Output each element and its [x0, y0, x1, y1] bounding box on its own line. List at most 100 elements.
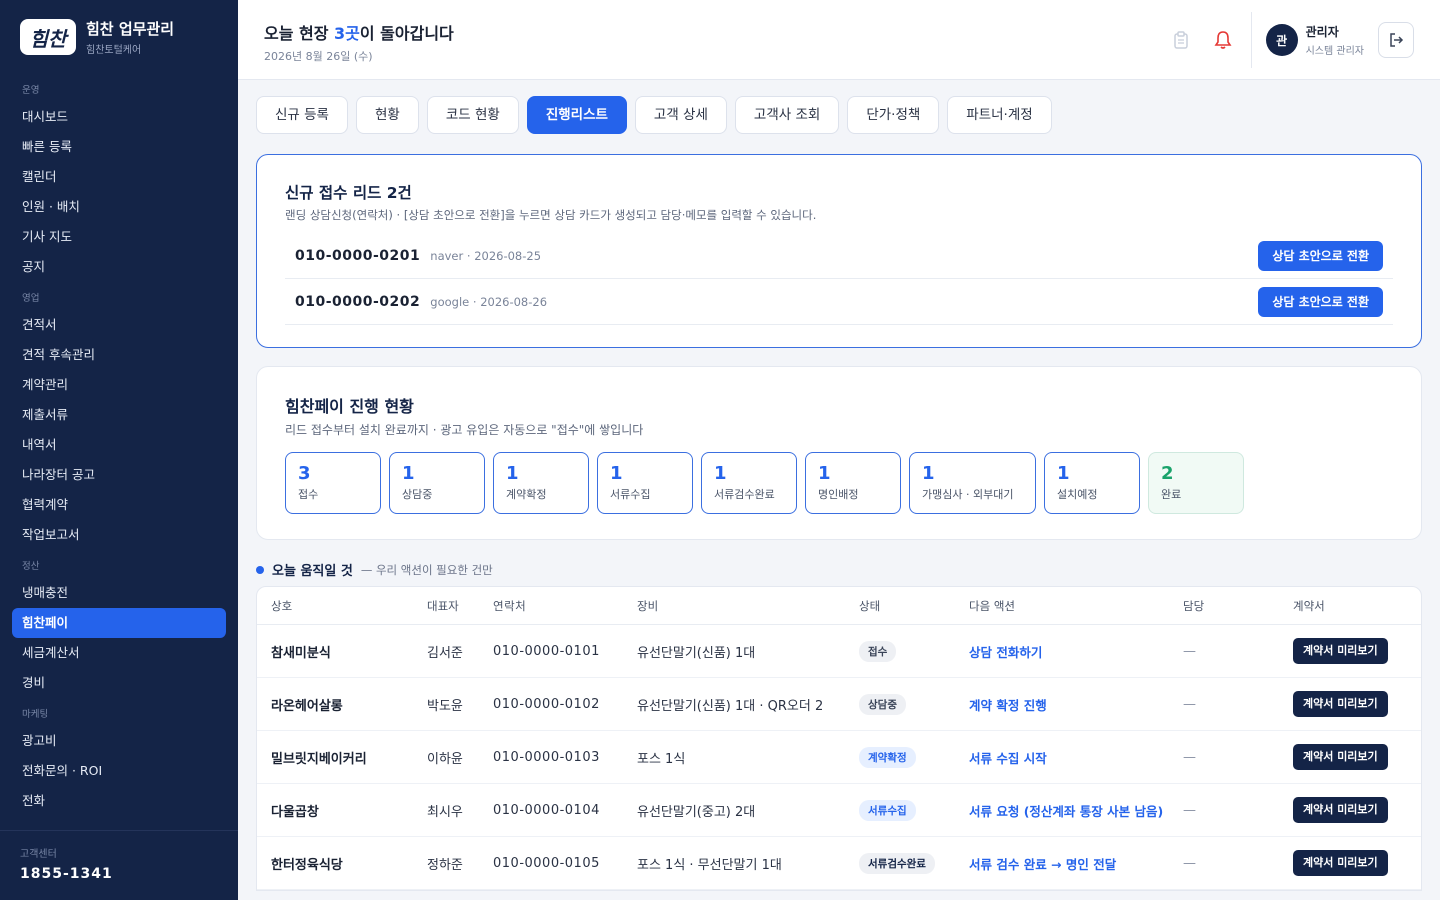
column-header: 상태 [859, 598, 881, 613]
next-action-link[interactable]: 서류 요청 (정산계좌 통장 사본 남음) [969, 804, 1163, 819]
column-header: 계약서 [1293, 598, 1325, 613]
logout-button[interactable] [1378, 22, 1414, 58]
divider [1250, 12, 1252, 68]
tab[interactable]: 진행리스트 [526, 96, 627, 134]
stage-card[interactable]: 1 서류검수완료 [701, 452, 797, 514]
sidebar-item[interactable]: 세금계산서 [0, 638, 238, 668]
next-action-link[interactable]: 계약 확정 진행 [969, 698, 1047, 713]
sidebar: 힘찬 힘찬 업무관리 힘찬토털케어 운영대시보드 빠른 등록 캘린더 인원 · 배치 기… [0, 0, 238, 900]
stage-count: 1 [714, 463, 727, 484]
sidebar-item[interactable]: 협력계약 [0, 490, 238, 520]
table-row[interactable]: 밀브릿지베이커리 이하윤 010-0000-0103 포스 1식 계약확정 서류 수집 시… [257, 731, 1421, 784]
sidebar-item[interactable]: 캘린더 [0, 162, 238, 192]
table-row[interactable]: 한터정육식당 정하준 010-0000-0105 포스 1식 · 무선단말기 1대 서류… [257, 837, 1421, 890]
stage-label: 서류검수완료 [714, 488, 775, 501]
lead-list: 010-0000-0201 naver · 2026-08-25 상담 초안으로 전… [285, 233, 1393, 325]
brand-subtitle: 힘찬토털케어 [86, 45, 142, 56]
tab[interactable]: 신규 등록 [256, 96, 348, 134]
table-header: 상호 대표자 연락처 장비 상태 다음 액션 담당 계약서 [257, 587, 1421, 625]
support-footer: 고객센터 1855-1341 [0, 830, 238, 900]
next-action-link[interactable]: 상담 전화하기 [969, 645, 1042, 660]
sidebar-item[interactable]: 기사 지도 [0, 222, 238, 252]
tab[interactable]: 고객사 조회 [734, 96, 840, 134]
table-row[interactable]: 참새미분식 김서준 010-0000-0101 유선단말기(신품) 1대 접수 상담 전화… [257, 625, 1421, 678]
sidebar-item[interactable]: 전화 [0, 786, 238, 816]
sidebar-item[interactable]: 나라장터 공고 [0, 460, 238, 490]
contract-preview-button[interactable]: 계약서 미리보기 [1293, 850, 1388, 876]
stage-card[interactable]: 1 명인배정 [805, 452, 901, 514]
lead-phone: 010-0000-0201 [295, 247, 421, 264]
brand[interactable]: 힘찬 힘찬 업무관리 힘찬토털케어 [0, 0, 238, 74]
stage-count: 3 [298, 463, 311, 484]
sidebar-item[interactable]: 인원 · 배치 [0, 192, 238, 222]
status-badge: 서류수집 [859, 799, 916, 821]
sidebar-item[interactable]: 견적서 [0, 310, 238, 340]
owner-name: 최시우 [427, 804, 463, 820]
table-row[interactable]: 다울곱창 최시우 010-0000-0104 유선단말기(중고) 2대 서류수집 서류 요… [257, 784, 1421, 837]
today-date: 2026년 8월 26일 (수) [264, 50, 373, 63]
business-name: 라온헤어살롱 [271, 698, 343, 714]
owner-name: 정하준 [427, 857, 463, 873]
sidebar-item[interactable]: 대시보드 [0, 102, 238, 132]
business-name: 다울곱창 [271, 804, 319, 820]
stage-card[interactable]: 3 접수 [285, 452, 381, 514]
table-row[interactable]: 라온헤어살롱 박도윤 010-0000-0102 유선단말기(신품) 1대 · QR오… [257, 678, 1421, 731]
next-action-link[interactable]: 서류 수집 시작 [969, 751, 1047, 766]
tab[interactable]: 파트너·계정 [947, 96, 1052, 134]
stage-count: 1 [506, 463, 519, 484]
sidebar-item[interactable]: 견적 후속관리 [0, 340, 238, 370]
stage-card[interactable]: 1 설치예정 [1044, 452, 1140, 514]
sidebar-item[interactable]: 제출서류 [0, 400, 238, 430]
sidebar-item[interactable]: 빠른 등록 [0, 132, 238, 162]
tab[interactable]: 코드 현황 [426, 96, 519, 134]
stage-list: 3 접수 1 상담중 1 계약확정 1 서류수집 1 서류검수완료 1 명인배정 1 가맹심사 · 외부대… [285, 452, 1393, 514]
sidebar-item[interactable]: 전화문의 · ROI [0, 756, 238, 786]
nav-section-label: 정산 [22, 561, 40, 572]
stage-card[interactable]: 2 완료 [1148, 452, 1244, 514]
contract-preview-button[interactable]: 계약서 미리보기 [1293, 638, 1388, 664]
column-header: 담당 [1183, 598, 1205, 613]
phone-number: 010-0000-0104 [493, 802, 600, 818]
next-action-link[interactable]: 서류 검수 완료 → 명인 전달 [969, 857, 1116, 872]
contract-preview-button[interactable]: 계약서 미리보기 [1293, 744, 1388, 770]
sidebar-item[interactable]: 계약관리 [0, 370, 238, 400]
user-menu[interactable]: 관 관리자 시스템 관리자 [1265, 23, 1364, 57]
sidebar-item[interactable]: 경비 [0, 668, 238, 698]
greeting-title: 오늘 현장 3곳이 돌아갑니다 [264, 20, 454, 44]
tab[interactable]: 단가·정책 [847, 96, 940, 134]
status-badge: 계약확정 [859, 746, 916, 768]
greeting-suffix: 이 돌아갑니다 [359, 24, 454, 43]
contract-preview-button[interactable]: 계약서 미리보기 [1293, 797, 1388, 823]
device-info: 유선단말기(신품) 1대 [637, 645, 756, 661]
convert-to-draft-button[interactable]: 상담 초안으로 전환 [1258, 286, 1383, 317]
today-subtitle: — 우리 액션이 필요한 건만 [360, 562, 493, 577]
nav-section-label: 운영 [22, 85, 40, 96]
brand-title: 힘찬 업무관리 [86, 20, 175, 38]
sidebar-item[interactable]: 힘찬페이 [12, 608, 226, 638]
stage-label: 가맹심사 · 외부대기 [922, 488, 1014, 501]
clipboard-icon[interactable] [1167, 26, 1195, 54]
contract-preview-button[interactable]: 계약서 미리보기 [1293, 691, 1388, 717]
manager: — [1183, 696, 1196, 712]
tab-bar: 신규 등록 현황 코드 현황 진행리스트 고객 상세 고객사 조회 단가·정책 파트너·계정 [256, 96, 1052, 134]
device-info: 포스 1식 · 무선단말기 1대 [637, 857, 782, 873]
greeting-prefix: 오늘 현장 [264, 24, 335, 43]
manager: — [1183, 643, 1196, 659]
stage-card[interactable]: 1 가맹심사 · 외부대기 [909, 452, 1036, 514]
stage-label: 완료 [1161, 488, 1182, 501]
stage-count: 1 [610, 463, 623, 484]
sidebar-item[interactable]: 냉매충전 [0, 578, 238, 608]
sidebar-item[interactable]: 작업보고서 [0, 520, 238, 550]
tab[interactable]: 현황 [355, 96, 419, 134]
convert-to-draft-button[interactable]: 상담 초안으로 전환 [1258, 240, 1383, 271]
tab[interactable]: 고객 상세 [634, 96, 727, 134]
bell-icon[interactable] [1209, 26, 1237, 54]
sidebar-item[interactable]: 내역서 [0, 430, 238, 460]
stage-card[interactable]: 1 서류수집 [597, 452, 693, 514]
stage-label: 접수 [298, 488, 319, 501]
stage-card[interactable]: 1 계약확정 [493, 452, 589, 514]
sidebar-item[interactable]: 공지 [0, 252, 238, 282]
stage-card[interactable]: 1 상담중 [389, 452, 485, 514]
sidebar-item[interactable]: 광고비 [0, 726, 238, 756]
contract-cell: 계약서 미리보기 [1293, 638, 1419, 664]
